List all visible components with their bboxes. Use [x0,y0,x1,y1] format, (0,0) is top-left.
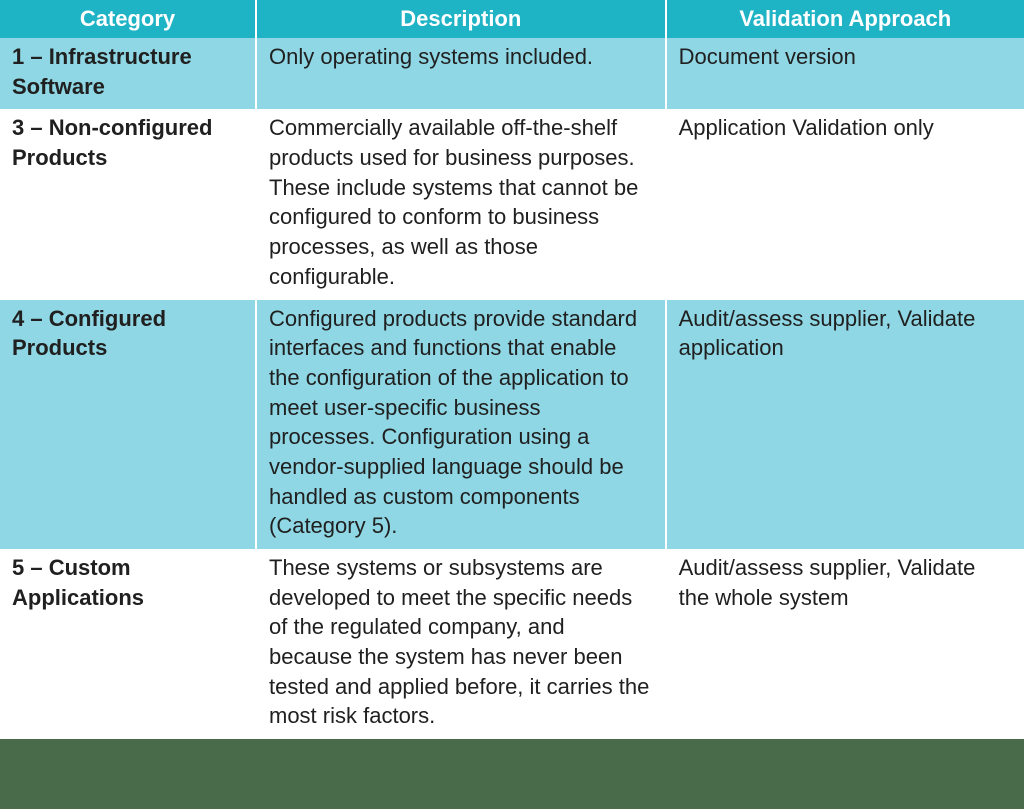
cell-description: Commercially available off-the-shelf pro… [256,109,666,299]
cell-category: 3 – Non-configured Products [0,109,256,299]
cell-validation: Audit/assess supplier, Validate the whol… [666,549,1024,739]
cell-category: 1 – Infrastructure Software [0,38,256,109]
table-row: 5 – Custom Applications These systems or… [0,549,1024,739]
cell-validation: Document version [666,38,1024,109]
cell-category: 4 – Configured Products [0,300,256,550]
cell-description: Configured products provide standard int… [256,300,666,550]
table-row: 3 – Non-configured Products Commercially… [0,109,1024,299]
cell-category: 5 – Custom Applications [0,549,256,739]
cell-validation: Application Validation only [666,109,1024,299]
footer-bar [0,739,1024,809]
cell-validation: Audit/assess supplier, Validate applicat… [666,300,1024,550]
header-category: Category [0,0,256,38]
categories-table: Category Description Validation Approach… [0,0,1024,739]
cell-description: These systems or subsystems are develope… [256,549,666,739]
header-description: Description [256,0,666,38]
table-header-row: Category Description Validation Approach [0,0,1024,38]
table-row: 4 – Configured Products Configured produ… [0,300,1024,550]
table-row: 1 – Infrastructure Software Only operati… [0,38,1024,109]
categories-table-wrap: Category Description Validation Approach… [0,0,1024,739]
cell-description: Only operating systems included. [256,38,666,109]
header-validation: Validation Approach [666,0,1024,38]
